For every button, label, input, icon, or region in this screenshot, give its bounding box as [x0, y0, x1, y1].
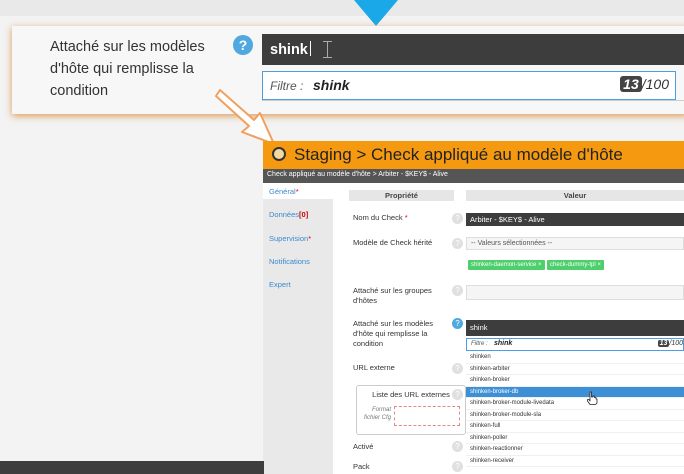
page-header: Staging > Check appliqué au modèle d'hôt…	[263, 141, 684, 169]
option-item[interactable]: shinken-poller	[466, 433, 684, 444]
zoom-field-label: Attaché sur les modèles d'hôte qui rempl…	[50, 39, 205, 99]
sidebar-item-expert[interactable]: Expert	[269, 280, 291, 289]
bottom-bar	[0, 461, 264, 474]
sidebar: Général* Données[0] Supervision* Notific…	[263, 183, 333, 474]
filter-bar: Filtre : shink 13/100	[466, 338, 684, 351]
tag-chip[interactable]: check-dummy-tpl ×	[547, 260, 604, 270]
url-list-box: Liste des URL externes Format fichier Cf…	[356, 385, 466, 435]
option-item[interactable]: shinken-broker-module-livedata	[466, 398, 684, 410]
filter-value: shink	[313, 77, 350, 93]
down-arrow-marker-icon	[354, 0, 398, 26]
option-item[interactable]: shinken-broker	[466, 375, 684, 387]
row-label-check-name: Nom du Check *	[353, 213, 408, 222]
option-item-selected[interactable]: shinken-broker-db	[466, 386, 684, 398]
help-icon[interactable]: ?	[452, 213, 463, 224]
options-dropdown: shinken shinken-arbiter shinken-broker s…	[466, 352, 684, 467]
top-bar	[0, 0, 684, 16]
help-icon[interactable]: ?	[452, 389, 463, 400]
sidebar-item-notifications[interactable]: Notifications	[269, 257, 310, 266]
row-label-enabled: Activé	[353, 442, 374, 451]
help-icon[interactable]: ?	[452, 285, 463, 296]
cfg-file-input[interactable]	[394, 406, 460, 426]
format-label: Format fichier Cfg	[363, 407, 391, 421]
row-label-host-models: Attaché sur les modèles d'hôte qui rempl…	[353, 319, 434, 348]
option-item[interactable]: shinken-full	[466, 421, 684, 433]
url-list-label: Liste des URL externes	[372, 390, 450, 399]
help-icon[interactable]: ?	[452, 461, 463, 472]
help-icon[interactable]: ?	[452, 363, 463, 374]
check-icon	[272, 147, 286, 161]
sidebar-item-general[interactable]: Général*	[269, 187, 299, 196]
help-icon[interactable]: ?	[233, 35, 253, 55]
breadcrumb: Check appliqué au modèle d'hôte > Arbite…	[263, 169, 684, 183]
option-item[interactable]: shinken-arbiter	[466, 364, 684, 375]
check-model-select[interactable]: -- Valeurs sélectionnées --	[466, 237, 684, 250]
page-screenshot: Staging > Check appliqué au modèle d'hôt…	[263, 141, 684, 474]
text-cursor-icon	[322, 40, 333, 58]
zoom-callout: Attaché sur les modèles d'hôte qui rempl…	[12, 26, 684, 114]
host-models-input[interactable]: shink	[466, 320, 684, 336]
option-item[interactable]: shinken-broker-module-sla	[466, 410, 684, 421]
sidebar-item-supervision[interactable]: Supervision*	[269, 234, 311, 243]
help-icon[interactable]: ?	[452, 318, 463, 329]
sidebar-item-data[interactable]: Données[0]	[269, 210, 308, 219]
option-item[interactable]: shinken-receiver	[466, 456, 684, 467]
page-title: Staging > Check appliqué au modèle d'hôt…	[294, 145, 623, 164]
column-header-value: Valeur	[466, 190, 684, 201]
divider	[262, 100, 684, 101]
host-groups-input[interactable]	[466, 285, 684, 300]
filter-bar: Filtre : shink 13/100	[262, 71, 676, 100]
option-item[interactable]: shinken-reactionner	[466, 444, 684, 456]
help-icon[interactable]: ?	[452, 441, 463, 452]
row-label-check-model: Modèle de Check hérité	[353, 238, 433, 247]
row-label-pack: Pack	[353, 462, 370, 471]
help-icon[interactable]: ?	[452, 238, 463, 249]
column-header-property: Propriété	[349, 190, 454, 201]
option-item[interactable]: shinken	[466, 352, 684, 364]
host-model-input-value: shink	[270, 41, 311, 58]
match-count: 13/100	[620, 76, 669, 92]
hand-cursor-icon	[587, 391, 598, 405]
host-model-input[interactable]: shink	[262, 34, 684, 65]
tag-chip[interactable]: shinken-daemon-service ×	[468, 260, 545, 270]
row-label-host-groups: Attaché sur les groupes d'hôtes	[353, 286, 432, 305]
row-label-url-external: URL externe	[353, 363, 395, 372]
check-name-input[interactable]: Arbiter - $KEY$ - Alive	[466, 213, 684, 226]
